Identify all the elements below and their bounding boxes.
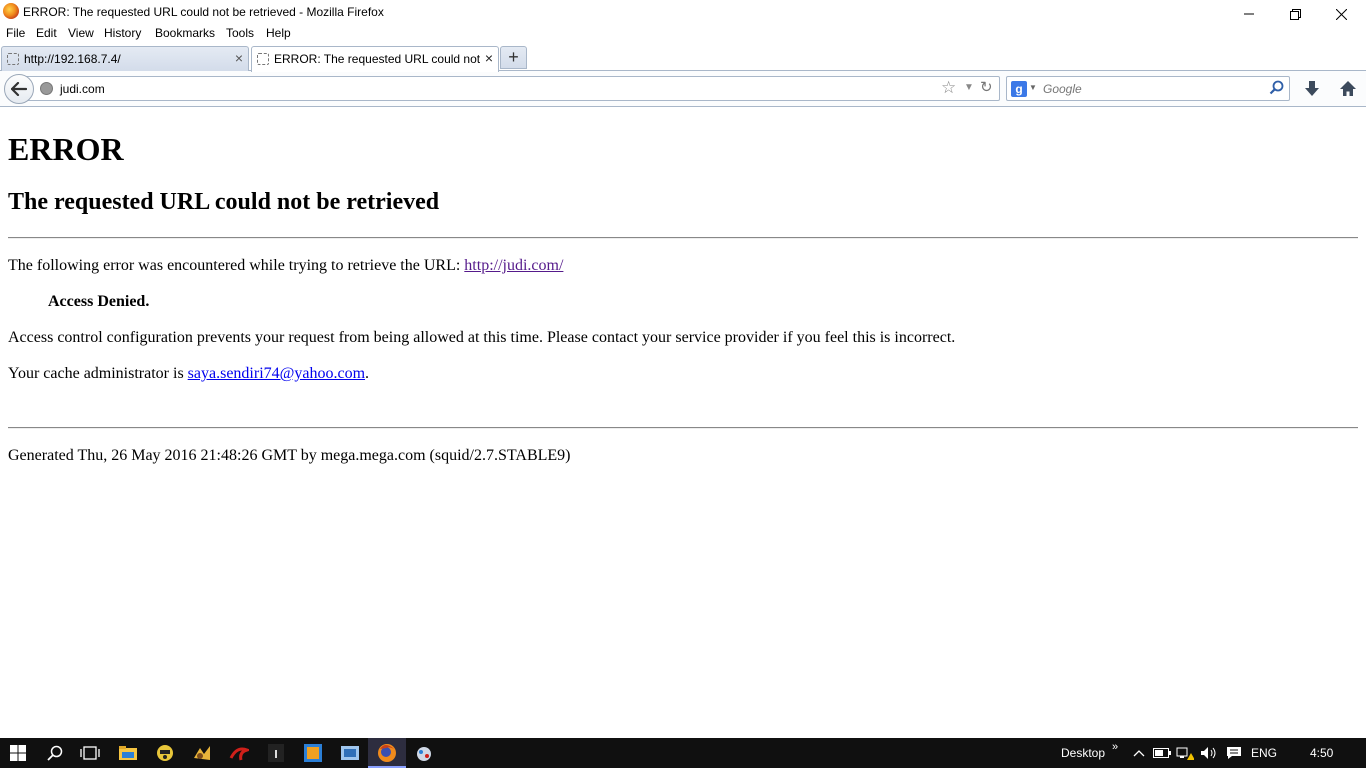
engine-dropdown-icon[interactable]: ▼ [1029,83,1037,92]
desktop-toolbar-label[interactable]: Desktop [1061,746,1105,760]
app-icon-6[interactable] [339,742,361,764]
volume-icon[interactable] [1198,742,1220,764]
app-icon-3[interactable] [228,742,250,764]
explanation-text: Access control configuration prevents yo… [8,329,956,346]
page-content: ERROR The requested URL could not be ret… [0,107,1366,738]
error-heading: ERROR [8,131,124,167]
toolbar-expand-icon[interactable]: » [1112,741,1118,753]
search-icon[interactable] [1269,80,1285,99]
intro-text: The following error was encountered whil… [8,257,563,275]
blank-page-icon [257,53,269,65]
tab-error[interactable]: ERROR: The requested URL could not ... × [251,46,499,72]
cache-admin-label: Your cache administrator is [8,365,188,382]
app-icon-2[interactable] [191,742,213,764]
url-bar[interactable]: judi.com ☆ ▼ ↻ [22,76,1000,101]
tab-close-icon[interactable]: × [485,51,493,65]
firefox-logo-icon [3,3,19,19]
history-dropdown-icon[interactable]: ▼ [964,82,974,93]
menu-bar: File Edit View History Bookmarks Tools H… [0,24,1366,44]
intro-label: The following error was encountered whil… [8,257,465,274]
divider [8,237,1358,239]
reload-icon[interactable]: ↻ [980,80,993,96]
minimize-icon [1244,13,1254,15]
cache-admin-text: Your cache administrator is saya.sendiri… [8,365,369,383]
download-button[interactable] [1302,79,1322,99]
menu-view[interactable]: View [68,26,94,40]
menu-edit[interactable]: Edit [36,26,57,40]
footer-text: Generated Thu, 26 May 2016 21:48:26 GMT … [8,447,571,464]
app-icon-4[interactable] [265,742,287,764]
menu-history[interactable]: History [104,26,141,40]
tray-chevron-up-icon[interactable] [1128,742,1150,764]
language-indicator[interactable]: ENG [1251,746,1277,760]
file-explorer-icon[interactable] [117,742,139,764]
url-text[interactable]: judi.com [60,82,105,96]
home-icon [1340,81,1356,96]
tab-label: http://192.168.7.4/ [24,52,121,66]
restore-icon [1289,8,1301,20]
tab-strip: http://192.168.7.4/ × ERROR: The request… [0,44,1366,72]
action-center-icon[interactable] [1223,742,1245,764]
network-warning-icon[interactable] [1174,742,1196,764]
error-subheading: The requested URL could not be retrieved [8,189,440,215]
clock[interactable]: 4:50 [1310,746,1333,760]
menu-help[interactable]: Help [266,26,291,40]
back-button[interactable] [4,74,34,104]
firefox-taskbar-icon[interactable] [376,742,398,764]
globe-icon [40,82,53,95]
blank-page-icon [7,53,19,65]
access-denied-text: Access Denied. [48,293,150,310]
search-bar[interactable]: g ▼ Google [1006,76,1290,101]
period: . [365,365,370,382]
window-title: ERROR: The requested URL could not be re… [23,5,384,19]
menu-file[interactable]: File [6,26,25,40]
task-view-icon[interactable] [79,742,101,764]
taskbar: Desktop » ENG 4:50 [0,738,1366,768]
title-bar: ERROR: The requested URL could not be re… [0,0,1366,24]
requested-url-link[interactable]: http://judi.com/ [464,257,563,274]
home-button[interactable] [1338,79,1358,99]
battery-icon[interactable] [1151,742,1173,764]
start-windows-icon[interactable] [7,742,29,764]
divider [8,427,1358,429]
admin-email-link[interactable]: saya.sendiri74@yahoo.com [188,365,365,382]
google-engine-icon[interactable]: g [1011,81,1027,97]
tab-192-168-7-4[interactable]: http://192.168.7.4/ × [1,46,249,71]
search-icon[interactable] [44,742,66,764]
navigation-bar: judi.com ☆ ▼ ↻ g ▼ Google [0,71,1366,107]
tab-close-icon[interactable]: × [235,51,243,65]
app-icon-7[interactable] [413,742,435,764]
menu-tools[interactable]: Tools [226,26,254,40]
download-arrow-icon [1305,81,1319,96]
app-icon-1[interactable] [154,742,176,764]
close-icon [1335,8,1347,20]
menu-bookmarks[interactable]: Bookmarks [155,26,215,40]
back-arrow-icon [11,82,27,96]
tab-label: ERROR: The requested URL could not ... [274,52,484,66]
bookmark-star-icon[interactable]: ☆ [941,79,956,97]
search-placeholder[interactable]: Google [1043,82,1082,96]
app-icon-5[interactable] [302,742,324,764]
new-tab-button[interactable]: + [500,46,527,69]
